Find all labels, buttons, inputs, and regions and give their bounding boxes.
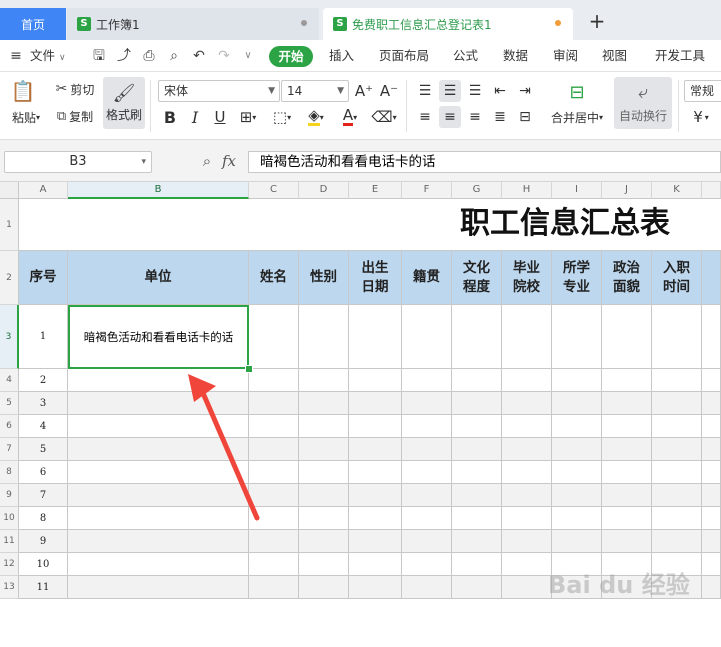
watermark: Bai du 经验	[548, 571, 690, 599]
annotation-arrow-icon	[188, 374, 260, 521]
